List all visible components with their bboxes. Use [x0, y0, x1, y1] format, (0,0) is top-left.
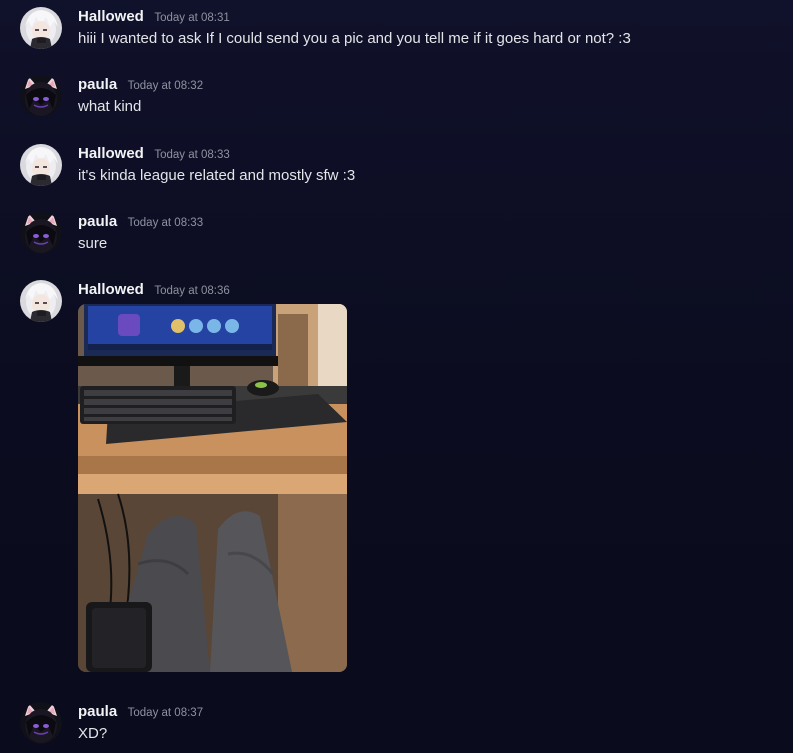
avatar[interactable] [20, 7, 62, 49]
message-header: paula Today at 08:32 [78, 75, 203, 95]
timestamp: Today at 08:33 [154, 149, 230, 161]
username[interactable]: Hallowed [78, 281, 144, 298]
message-text: it's kinda league related and mostly sfw… [78, 167, 356, 184]
white-haired-anime-avatar-icon [20, 144, 62, 186]
white-haired-anime-avatar-icon [20, 7, 62, 49]
message-text: hiii I wanted to ask If I could send you… [78, 30, 631, 47]
message-text: XD? [78, 725, 108, 742]
message-header: Hallowed Today at 08:36 [78, 280, 230, 300]
dark-cat-ear-anime-avatar-icon [20, 702, 62, 744]
message-header: Hallowed Today at 08:31 [78, 7, 230, 27]
avatar[interactable] [20, 702, 62, 744]
username[interactable]: paula [78, 213, 117, 230]
timestamp: Today at 08:32 [127, 80, 204, 92]
avatar[interactable] [20, 280, 62, 322]
dark-cat-ear-anime-avatar-icon [20, 75, 62, 117]
message-header: paula Today at 08:33 [78, 212, 203, 232]
timestamp: Today at 08:31 [154, 12, 230, 24]
chat-message-list[interactable]: Hallowed Today at 08:31 hiii I wanted to… [0, 0, 793, 753]
username[interactable]: Hallowed [78, 145, 144, 162]
avatar[interactable] [20, 75, 62, 117]
message-header: paula Today at 08:37 [78, 702, 203, 722]
white-haired-anime-avatar-icon [20, 280, 62, 322]
message-header: Hallowed Today at 08:33 [78, 144, 230, 164]
avatar[interactable] [20, 212, 62, 254]
message-text: what kind [78, 98, 142, 115]
username[interactable]: paula [78, 703, 117, 720]
message-text: sure [78, 235, 108, 252]
desk-photo-image [78, 304, 347, 672]
timestamp: Today at 08:33 [127, 217, 204, 229]
timestamp: Today at 08:36 [154, 285, 230, 297]
dark-cat-ear-anime-avatar-icon [20, 212, 62, 254]
timestamp: Today at 08:37 [127, 707, 204, 719]
avatar[interactable] [20, 144, 62, 186]
photo-attachment[interactable] [78, 304, 347, 672]
username[interactable]: Hallowed [78, 8, 144, 25]
username[interactable]: paula [78, 76, 117, 93]
